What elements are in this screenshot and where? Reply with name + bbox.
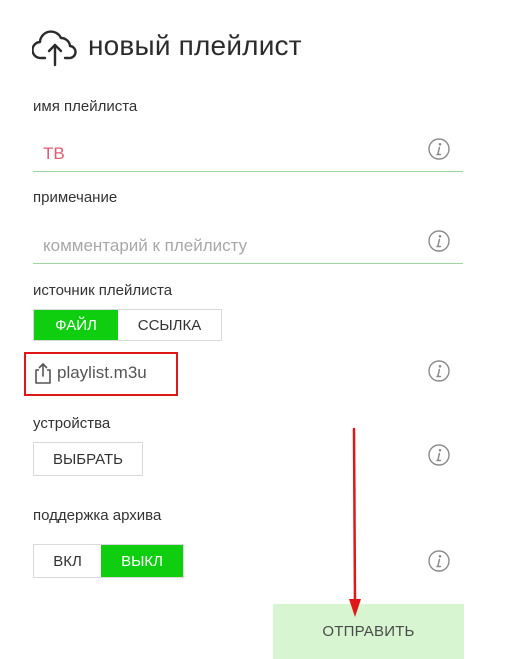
playlist-name-input[interactable]: ТВ bbox=[33, 138, 463, 172]
page-title: новый плейлист bbox=[88, 30, 302, 61]
cloud-upload-icon bbox=[31, 27, 78, 67]
source-file-button[interactable]: ФАЙЛ bbox=[34, 310, 118, 340]
note-placeholder: комментарий к плейлисту bbox=[43, 236, 248, 255]
note-input[interactable]: комментарий к плейлисту bbox=[33, 230, 463, 264]
upload-icon[interactable] bbox=[34, 361, 52, 385]
submit-button[interactable]: ОТПРАВИТЬ bbox=[273, 604, 464, 659]
source-label: источник плейлиста bbox=[33, 282, 173, 299]
playlist-name-value: ТВ bbox=[43, 144, 65, 163]
source-toggle: ФАЙЛ ССЫЛКА bbox=[33, 309, 222, 341]
archive-label: поддержка архива bbox=[33, 507, 162, 524]
info-icon[interactable] bbox=[428, 360, 450, 382]
field-underline bbox=[33, 171, 463, 172]
file-name[interactable]: playlist.m3u bbox=[57, 363, 147, 383]
archive-off-button[interactable]: ВЫКЛ bbox=[101, 545, 183, 577]
annotation-arrow bbox=[343, 427, 367, 621]
info-icon[interactable] bbox=[428, 230, 450, 252]
archive-toggle: ВКЛ ВЫКЛ bbox=[33, 544, 184, 578]
devices-label: устройства bbox=[33, 415, 111, 432]
archive-on-button[interactable]: ВКЛ bbox=[34, 545, 101, 577]
info-icon[interactable] bbox=[428, 550, 450, 572]
playlist-name-label: имя плейлиста bbox=[33, 98, 138, 115]
info-icon[interactable] bbox=[428, 444, 450, 466]
field-underline bbox=[33, 263, 463, 264]
info-icon[interactable] bbox=[428, 138, 450, 160]
note-label: примечание bbox=[33, 189, 118, 206]
select-devices-button[interactable]: ВЫБРАТЬ bbox=[33, 442, 143, 476]
source-link-button[interactable]: ССЫЛКА bbox=[118, 310, 221, 340]
